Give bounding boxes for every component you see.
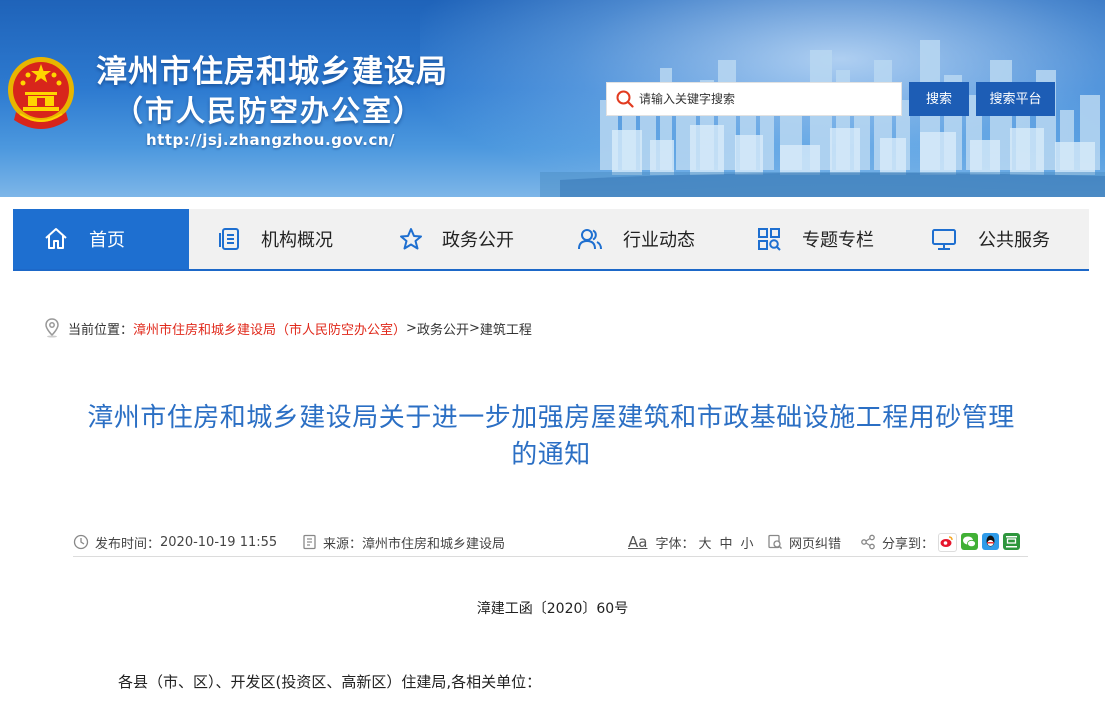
breadcrumb-home-link[interactable]: 漳州市住房和城乡建设局（市人民防空办公室） [133,319,406,338]
star-icon [400,228,422,250]
search-icon [616,90,634,108]
nav-item-label: 首页 [89,230,125,251]
document-list-icon [219,228,239,250]
page-error-report[interactable]: 网页纠错 [767,528,841,556]
main-nav: 首页 机构概况 政务公开 行业动态 专题专栏 公共服务 [13,209,1089,271]
nav-item-services[interactable]: 公共服务 [930,209,1050,269]
nav-item-topics[interactable]: 专题专栏 [756,209,874,269]
nav-item-industry[interactable]: 行业动态 [575,209,695,269]
document-number: 漳建工函〔2020〕60号 [476,601,629,617]
nav-item-label: 机构概况 [261,230,333,251]
font-size-icon: Aa [628,533,648,551]
nav-item-about[interactable]: 机构概况 [217,209,333,269]
breadcrumb: 当前位置： 漳州市住房和城乡建设局（市人民防空办公室） > 政务公开 > 建筑工… [44,318,532,338]
source-value: 漳州市住房和城乡建设局 [362,536,506,552]
publish-time-label: 发布时间： [95,536,161,552]
article-source: 来源： 漳州市住房和城乡建设局 [302,528,505,556]
error-report-icon [768,534,782,549]
breadcrumb-separator: > [468,320,480,336]
article-title: 漳州市住房和城乡建设局关于进一步加强房屋建筑和市政基础设施工程用砂管理的通知 [87,403,1015,470]
source-label: 来源： [323,536,363,552]
font-size-small[interactable]: 小 [741,533,754,552]
monitor-icon [932,229,956,250]
error-report-label: 网页纠错 [789,536,842,552]
douban-icon[interactable] [1003,532,1021,550]
weibo-icon[interactable] [938,532,958,552]
search-platform-button[interactable]: 搜索平台 [976,82,1055,116]
location-pin-icon [45,318,59,338]
site-header: 漳州市住房和城乡建设局 （市人民防空办公室） http://jsj.zhangz… [0,0,1105,197]
font-size-medium[interactable]: 中 [719,533,732,552]
nav-item-label: 公共服务 [978,230,1050,251]
site-subtitle: （市人民防空办公室） [114,94,425,128]
article-meta-bar: 发布时间： 2020-10-19 11:55 来源： 漳州市住房和城乡建设局 A… [73,528,1028,557]
font-size-large[interactable]: 大 [698,533,711,552]
users-icon [578,229,602,250]
grid-search-icon [758,228,781,251]
source-document-icon [303,534,316,550]
article-salutation: 各县（市、区）、开发区(投资区、高新区）住建局,各相关单位： [118,673,542,691]
nav-item-gov-affairs[interactable]: 政务公开 [398,209,514,269]
site-url: http://jsj.zhangzhou.gov.cn/ [146,131,396,149]
publish-time-value: 2020-10-19 11:55 [160,534,278,550]
wechat-icon[interactable] [961,532,979,550]
nav-item-label: 行业动态 [623,230,695,251]
nav-item-label: 专题专栏 [802,230,874,251]
font-size-control: Aa 字体： 大 中 小 [628,528,758,556]
home-icon [45,228,67,249]
qq-icon[interactable] [982,532,1000,550]
share-icon [861,534,875,550]
search-box [606,82,902,116]
share-bar: 分享到： [860,528,1021,556]
publish-time: 发布时间： 2020-10-19 11:55 [73,528,277,556]
nav-item-label: 政务公开 [442,230,514,251]
national-emblem-icon [8,57,74,129]
clock-icon [73,534,89,550]
breadcrumb-prefix: 当前位置： [68,322,134,338]
search-input[interactable] [639,89,894,109]
breadcrumb-level2-link[interactable]: 建筑工程 [480,319,532,338]
breadcrumb-level1-link[interactable]: 政务公开 [417,319,469,338]
share-label: 分享到： [882,536,935,552]
nav-item-home[interactable]: 首页 [13,209,189,269]
search-button[interactable]: 搜索 [909,82,969,116]
breadcrumb-separator: > [406,320,417,336]
font-size-label: 字体： [655,536,695,552]
site-title: 漳州市住房和城乡建设局 [96,54,448,90]
